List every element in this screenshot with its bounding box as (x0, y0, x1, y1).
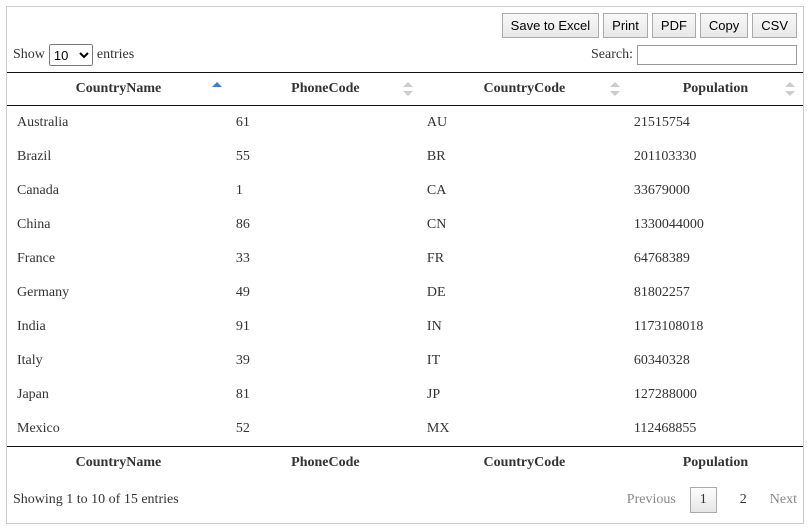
table-footer: Showing 1 to 10 of 15 entries Previous 1… (7, 479, 803, 523)
print-button[interactable]: Print (603, 13, 648, 38)
cell-pop: 1330044000 (628, 208, 803, 242)
cell-code: MX (421, 412, 628, 447)
cell-pop: 127288000 (628, 378, 803, 412)
data-table: CountryName PhoneCode CountryCode (7, 72, 803, 479)
col-header-countrycode[interactable]: CountryCode (421, 73, 628, 106)
cell-code: IT (421, 344, 628, 378)
cell-phone: 39 (230, 344, 421, 378)
cell-pop: 33679000 (628, 174, 803, 208)
cell-code: BR (421, 140, 628, 174)
save-excel-button[interactable]: Save to Excel (502, 13, 600, 38)
length-suffix: entries (97, 47, 134, 63)
cell-code: FR (421, 242, 628, 276)
datatable-container: Save to Excel Print PDF Copy CSV Show 10… (6, 6, 804, 524)
col-label: PhoneCode (291, 81, 359, 96)
cell-phone: 1 (230, 174, 421, 208)
cell-phone: 52 (230, 412, 421, 447)
table-row: Germany49DE81802257 (7, 276, 803, 310)
cell-pop: 112468855 (628, 412, 803, 447)
cell-phone: 86 (230, 208, 421, 242)
cell-pop: 60340328 (628, 344, 803, 378)
search-input[interactable] (637, 45, 797, 65)
table-row: Brazil55BR201103330 (7, 140, 803, 174)
search-label: Search: (591, 47, 633, 63)
cell-pop: 81802257 (628, 276, 803, 310)
cell-country: China (7, 208, 230, 242)
page-2[interactable]: 2 (731, 488, 756, 512)
copy-button[interactable]: Copy (700, 13, 748, 38)
col-label: CountryName (76, 81, 162, 96)
next-page[interactable]: Next (770, 492, 797, 508)
info-text: Showing 1 to 10 of 15 entries (13, 492, 179, 508)
sort-both-icon (610, 82, 620, 96)
col-footer-population: Population (628, 447, 803, 480)
table-row: Italy39IT60340328 (7, 344, 803, 378)
pagination: Previous 1 2 Next (627, 487, 797, 513)
cell-country: Germany (7, 276, 230, 310)
col-footer-phonecode: PhoneCode (230, 447, 421, 480)
table-row: Mexico52MX112468855 (7, 412, 803, 447)
table-row: India91IN1173108018 (7, 310, 803, 344)
sort-asc-icon (212, 82, 222, 96)
cell-code: IN (421, 310, 628, 344)
cell-pop: 64768389 (628, 242, 803, 276)
page-1[interactable]: 1 (690, 487, 717, 513)
cell-code: CA (421, 174, 628, 208)
cell-country: Italy (7, 344, 230, 378)
cell-code: DE (421, 276, 628, 310)
col-header-countryname[interactable]: CountryName (7, 73, 230, 106)
pdf-button[interactable]: PDF (652, 13, 696, 38)
table-row: Canada1CA33679000 (7, 174, 803, 208)
col-header-population[interactable]: Population (628, 73, 803, 106)
cell-phone: 55 (230, 140, 421, 174)
cell-country: Australia (7, 106, 230, 141)
cell-pop: 1173108018 (628, 310, 803, 344)
cell-phone: 81 (230, 378, 421, 412)
cell-pop: 201103330 (628, 140, 803, 174)
col-footer-countryname: CountryName (7, 447, 230, 480)
sort-both-icon (785, 82, 795, 96)
cell-phone: 49 (230, 276, 421, 310)
sort-both-icon (403, 82, 413, 96)
length-control: Show 102550100 entries (13, 44, 134, 66)
cell-phone: 91 (230, 310, 421, 344)
table-row: Australia61AU21515754 (7, 106, 803, 141)
cell-country: Mexico (7, 412, 230, 447)
cell-country: Brazil (7, 140, 230, 174)
col-header-phonecode[interactable]: PhoneCode (230, 73, 421, 106)
cell-country: France (7, 242, 230, 276)
search-control: Search: (591, 45, 797, 65)
cell-country: Japan (7, 378, 230, 412)
cell-code: CN (421, 208, 628, 242)
table-row: Japan81JP127288000 (7, 378, 803, 412)
col-label: CountryCode (484, 81, 566, 96)
cell-phone: 33 (230, 242, 421, 276)
cell-code: JP (421, 378, 628, 412)
csv-button[interactable]: CSV (752, 13, 797, 38)
length-prefix: Show (13, 47, 45, 63)
col-label: Population (683, 81, 748, 96)
export-toolbar: Save to Excel Print PDF Copy CSV (7, 7, 803, 42)
cell-phone: 61 (230, 106, 421, 141)
cell-country: Canada (7, 174, 230, 208)
table-row: China86CN1330044000 (7, 208, 803, 242)
table-row: France33FR64768389 (7, 242, 803, 276)
previous-page[interactable]: Previous (627, 492, 676, 508)
cell-country: India (7, 310, 230, 344)
cell-code: AU (421, 106, 628, 141)
length-select[interactable]: 102550100 (49, 44, 93, 66)
cell-pop: 21515754 (628, 106, 803, 141)
col-footer-countrycode: CountryCode (421, 447, 628, 480)
table-controls: Show 102550100 entries Search: (7, 42, 803, 72)
